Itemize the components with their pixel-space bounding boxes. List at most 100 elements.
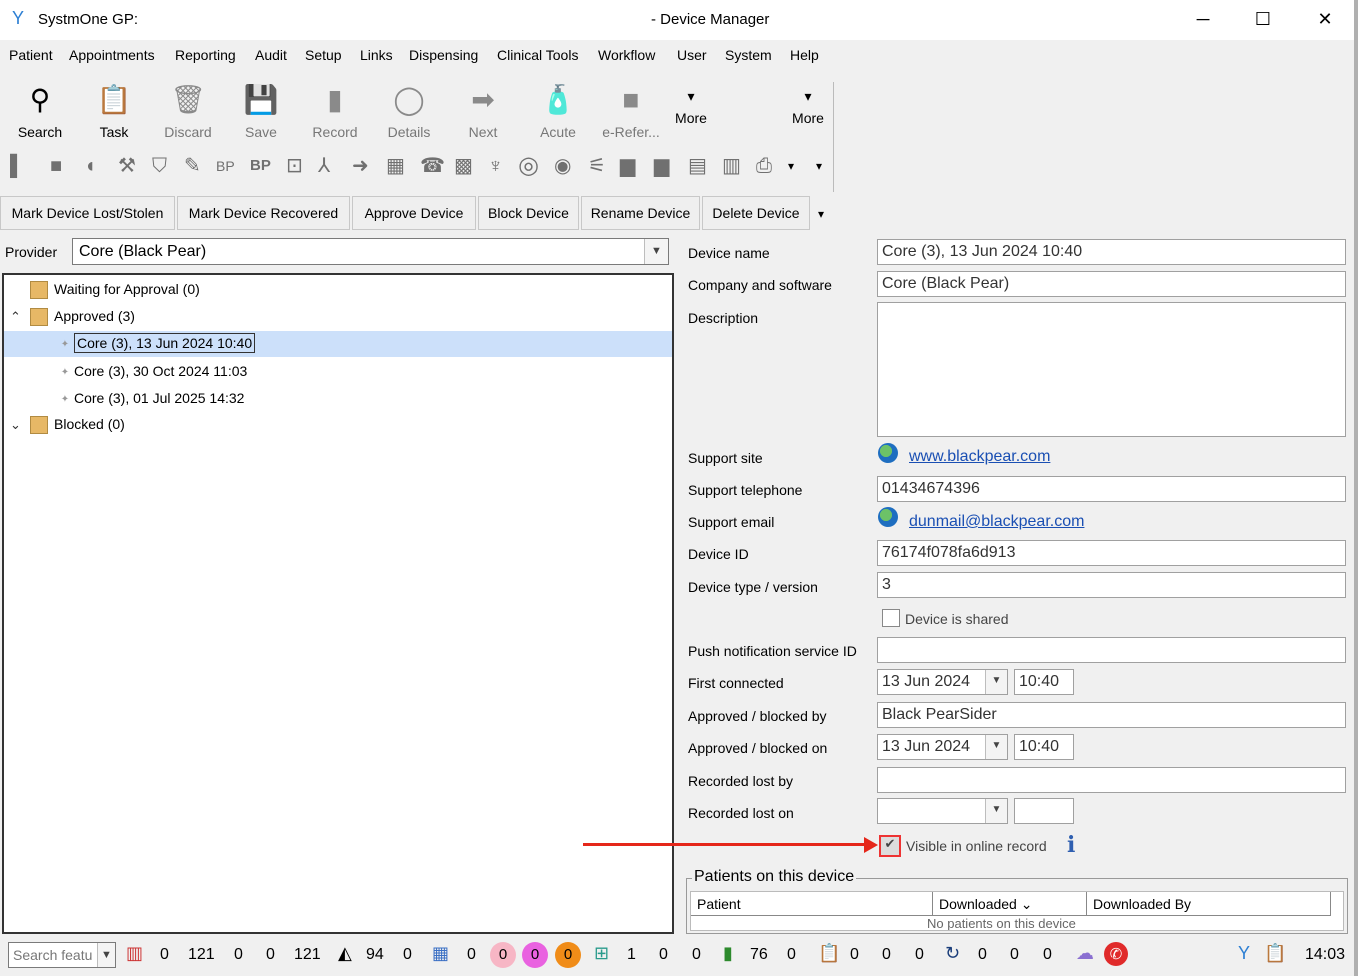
menu-workflow[interactable]: Workflow <box>598 47 655 63</box>
tree-device-2[interactable]: ✦ Core (3), 30 Oct 2024 11:03 <box>56 363 248 379</box>
toolbar-erefer-button[interactable]: ■ e-Refer... <box>598 80 664 140</box>
support-telephone-field[interactable]: 01434674396 <box>877 476 1346 502</box>
column-downloaded[interactable]: Downloaded ⌄ <box>933 892 1087 916</box>
menu-clinical-tools[interactable]: Clinical Tools <box>497 47 578 63</box>
ear-icon[interactable]: ◖ <box>84 150 96 182</box>
info-icon[interactable]: i <box>1067 832 1075 858</box>
device-id-field[interactable]: 76174f078fa6d913 <box>877 540 1346 566</box>
toolbar-next-button[interactable]: ➡ Next <box>460 80 506 140</box>
toolbar-task-button[interactable]: 📋 Task <box>88 80 140 140</box>
toolbar-save-button[interactable]: 💾 Save <box>236 80 286 140</box>
approve-device-button[interactable]: Approve Device <box>352 196 476 230</box>
tree-node-blocked[interactable]: Blocked (0) <box>30 416 125 435</box>
toolbar-more-button-2[interactable]: ▾ More <box>786 86 830 126</box>
wave-icon[interactable]: ⚟ <box>588 150 606 182</box>
clock-icon[interactable]: ◉ <box>554 150 571 182</box>
person-icon[interactable]: ⅄ <box>318 150 330 182</box>
pen-icon[interactable]: ✎ <box>184 150 201 182</box>
first-connected-time[interactable]: 10:40 <box>1014 669 1074 695</box>
tree-device-1[interactable]: ✦ Core (3), 13 Jun 2024 10:40 <box>56 333 256 353</box>
feature-search-input[interactable]: Search featu ▼ <box>8 942 116 968</box>
column-downloaded-by[interactable]: Downloaded By <box>1087 892 1331 916</box>
tree-node-waiting[interactable]: Waiting for Approval (0) <box>30 281 200 300</box>
tree-device-3[interactable]: ✦ Core (3), 01 Jul 2025 14:32 <box>56 390 245 406</box>
description-field[interactable] <box>877 302 1346 437</box>
scanner-icon[interactable]: ◭ <box>338 943 352 964</box>
delete-device-button[interactable]: Delete Device <box>702 196 810 230</box>
schedule-icon[interactable]: ▥ <box>722 150 741 182</box>
toolbar-details-button[interactable]: ◯ Details <box>382 80 436 140</box>
toolbar-acute-button[interactable]: 🧴 Acute <box>532 80 584 140</box>
provider-select[interactable]: Core (Black Pear) ▼ <box>72 238 669 265</box>
menu-appointments[interactable]: Appointments <box>69 47 155 63</box>
expand-icon[interactable]: ⌄ <box>10 417 21 433</box>
bp-icon[interactable]: BP <box>250 150 271 182</box>
refresh-icon[interactable]: ↻ <box>945 943 960 964</box>
bp-chart-icon[interactable]: BP <box>216 150 235 182</box>
menu-user[interactable]: User <box>677 47 707 63</box>
more-icon[interactable]: ▾ <box>818 198 824 230</box>
device-type-field[interactable]: 3 <box>877 572 1346 598</box>
lost-on-time[interactable] <box>1014 798 1074 824</box>
column-patient[interactable]: Patient <box>691 892 933 916</box>
toolbar-discard-button[interactable]: 🗑 Discard <box>158 80 218 140</box>
collapse-icon[interactable]: ⌃ <box>10 309 21 325</box>
arrow-icon[interactable]: ➜ <box>352 150 369 182</box>
toolbar-record-button[interactable]: ▮ Record <box>306 80 364 140</box>
patients-table[interactable]: Patient Downloaded ⌄ Downloaded By No pa… <box>690 891 1344 931</box>
minimize-button[interactable]: ─ <box>1180 4 1226 34</box>
visible-online-checkbox[interactable]: ✔ <box>879 835 901 857</box>
push-id-field[interactable] <box>877 637 1346 663</box>
maximize-button[interactable]: ☐ <box>1240 4 1286 34</box>
approved-on-time[interactable]: 10:40 <box>1014 734 1074 760</box>
stop-icon[interactable]: ■ <box>50 150 62 182</box>
support-email-link[interactable]: dunmail@blackpear.com <box>909 513 1084 531</box>
mark-lost-button[interactable]: Mark Device Lost/Stolen <box>0 196 175 230</box>
block-device-button[interactable]: Block Device <box>478 196 579 230</box>
medkit-icon[interactable]: ⊞ <box>594 943 609 964</box>
end-call-icon[interactable]: ✆ <box>1104 942 1128 966</box>
menu-help[interactable]: Help <box>790 47 819 63</box>
page-icon[interactable]: ▤ <box>688 150 707 182</box>
rename-device-button[interactable]: Rename Device <box>581 196 700 230</box>
clipboard-icon[interactable]: ▌ <box>10 150 24 182</box>
approved-by-field[interactable]: Black PearSider <box>877 702 1346 728</box>
people-icon[interactable]: ▦ <box>432 943 449 964</box>
document-icon[interactable]: ⊡ <box>286 150 303 182</box>
file-icon[interactable]: ▆ <box>620 150 635 182</box>
badge-orange[interactable]: 0 <box>555 942 581 968</box>
calendar-icon[interactable]: ▩ <box>454 150 473 182</box>
tool-icon[interactable]: ⚒ <box>118 150 136 182</box>
badge-pink[interactable]: 0 <box>490 942 516 968</box>
chevron-down-icon[interactable]: ▼ <box>985 799 1007 823</box>
phone-circle-icon[interactable]: ◎ <box>518 150 539 182</box>
tree-node-approved[interactable]: Approved (3) <box>30 308 135 327</box>
more-icon[interactable]: ▾ <box>788 150 794 182</box>
printer-icon[interactable]: ⎙ <box>756 150 772 182</box>
cup-icon[interactable]: ⛉ <box>152 150 167 182</box>
menu-dispensing[interactable]: Dispensing <box>409 47 478 63</box>
badge-magenta[interactable]: 0 <box>522 942 548 968</box>
first-connected-date[interactable]: 13 Jun 2024 ▼ <box>877 669 1008 695</box>
figure-icon[interactable]: ♆ <box>488 150 503 182</box>
chevron-down-icon[interactable]: ▼ <box>985 735 1007 759</box>
grid-icon[interactable]: ▦ <box>386 150 405 182</box>
company-field[interactable]: Core (Black Pear) <box>877 271 1346 297</box>
list-icon[interactable]: ▮ <box>723 943 733 964</box>
phone-icon[interactable]: ☎ <box>420 150 445 182</box>
device-tree[interactable]: Waiting for Approval (0) ⌃ Approved (3) … <box>2 273 674 934</box>
menu-system[interactable]: System <box>725 47 772 63</box>
device-shared-checkbox[interactable] <box>882 609 900 627</box>
lost-by-field[interactable] <box>877 767 1346 793</box>
support-site-link[interactable]: www.blackpear.com <box>909 448 1050 466</box>
mark-recovered-button[interactable]: Mark Device Recovered <box>177 196 350 230</box>
tubes-icon[interactable]: ▥ <box>126 943 143 964</box>
device-name-field[interactable]: Core (3), 13 Jun 2024 10:40 <box>877 239 1346 265</box>
weather-icon[interactable]: ☁ <box>1076 943 1094 964</box>
menu-audit[interactable]: Audit <box>255 47 287 63</box>
lost-on-date[interactable]: ▼ <box>877 798 1008 824</box>
file-icon[interactable]: ▆ <box>654 150 669 182</box>
menu-setup[interactable]: Setup <box>305 47 342 63</box>
menu-reporting[interactable]: Reporting <box>175 47 236 63</box>
close-button[interactable]: ✕ <box>1302 4 1348 34</box>
